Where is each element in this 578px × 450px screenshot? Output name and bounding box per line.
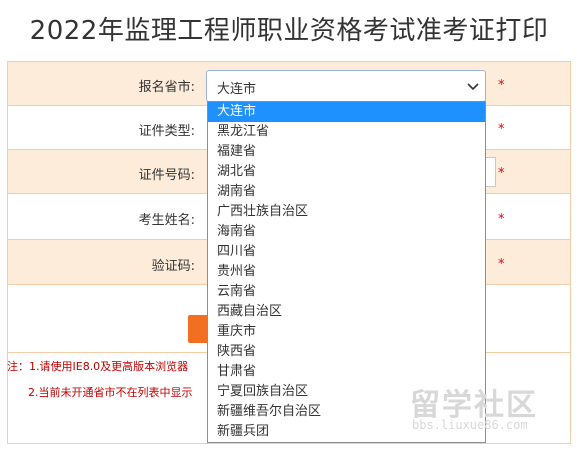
dropdown-option[interactable]: 陕西省 bbox=[208, 342, 485, 362]
note-line-1: 注：1.请使用IE8.0及更高版本浏览器 bbox=[7, 360, 189, 373]
required-mark: * bbox=[498, 122, 505, 137]
idtype-label: 证件类型: bbox=[138, 124, 195, 139]
idnum-label: 证件号码: bbox=[138, 168, 195, 183]
required-mark: * bbox=[498, 212, 505, 227]
dropdown-option[interactable]: 西藏自治区 bbox=[208, 302, 485, 322]
dropdown-option[interactable]: 新疆兵团 bbox=[208, 422, 485, 442]
chevron-down-icon bbox=[467, 81, 479, 96]
dropdown-option[interactable]: 贵州省 bbox=[208, 262, 485, 282]
dropdown-option[interactable]: 黑龙江省 bbox=[208, 122, 485, 142]
required-mark: * bbox=[498, 78, 505, 93]
dropdown-option[interactable]: 湖南省 bbox=[208, 182, 485, 202]
name-label: 考生姓名: bbox=[138, 213, 195, 228]
dropdown-option[interactable]: 湖北省 bbox=[208, 162, 485, 182]
province-dropdown-list: 大连市 黑龙江省 福建省 湖北省 湖南省 广西壮族自治区 海南省 四川省 贵州省 云南省 西藏自治区… bbox=[207, 101, 486, 443]
dropdown-option[interactable]: 福建省 bbox=[208, 142, 485, 162]
captcha-label: 验证码: bbox=[151, 259, 195, 274]
dropdown-option[interactable]: 海南省 bbox=[208, 222, 485, 242]
dropdown-option[interactable]: 新疆维吾尔自治区 bbox=[208, 402, 485, 422]
dropdown-option[interactable]: 甘肃省 bbox=[208, 362, 485, 382]
dropdown-option[interactable]: 云南省 bbox=[208, 282, 485, 302]
province-select[interactable]: 大连市 bbox=[206, 70, 486, 102]
dropdown-option[interactable]: 大连市 bbox=[208, 102, 485, 122]
province-label: 报名省市: bbox=[138, 80, 195, 95]
dropdown-option[interactable]: 广西壮族自治区 bbox=[208, 202, 485, 222]
dropdown-option[interactable]: 四川省 bbox=[208, 242, 485, 262]
dropdown-option[interactable]: 宁夏回族自治区 bbox=[208, 382, 485, 402]
page-title: 2022年监理工程师职业资格考试准考证打印 bbox=[29, 16, 549, 46]
province-select-value: 大连市 bbox=[217, 82, 257, 97]
note-line-2: 2.当前未开通省市不在列表中显示 bbox=[28, 386, 193, 399]
dropdown-option[interactable]: 重庆市 bbox=[208, 322, 485, 342]
required-mark: * bbox=[498, 257, 505, 272]
required-mark: * bbox=[498, 166, 505, 181]
